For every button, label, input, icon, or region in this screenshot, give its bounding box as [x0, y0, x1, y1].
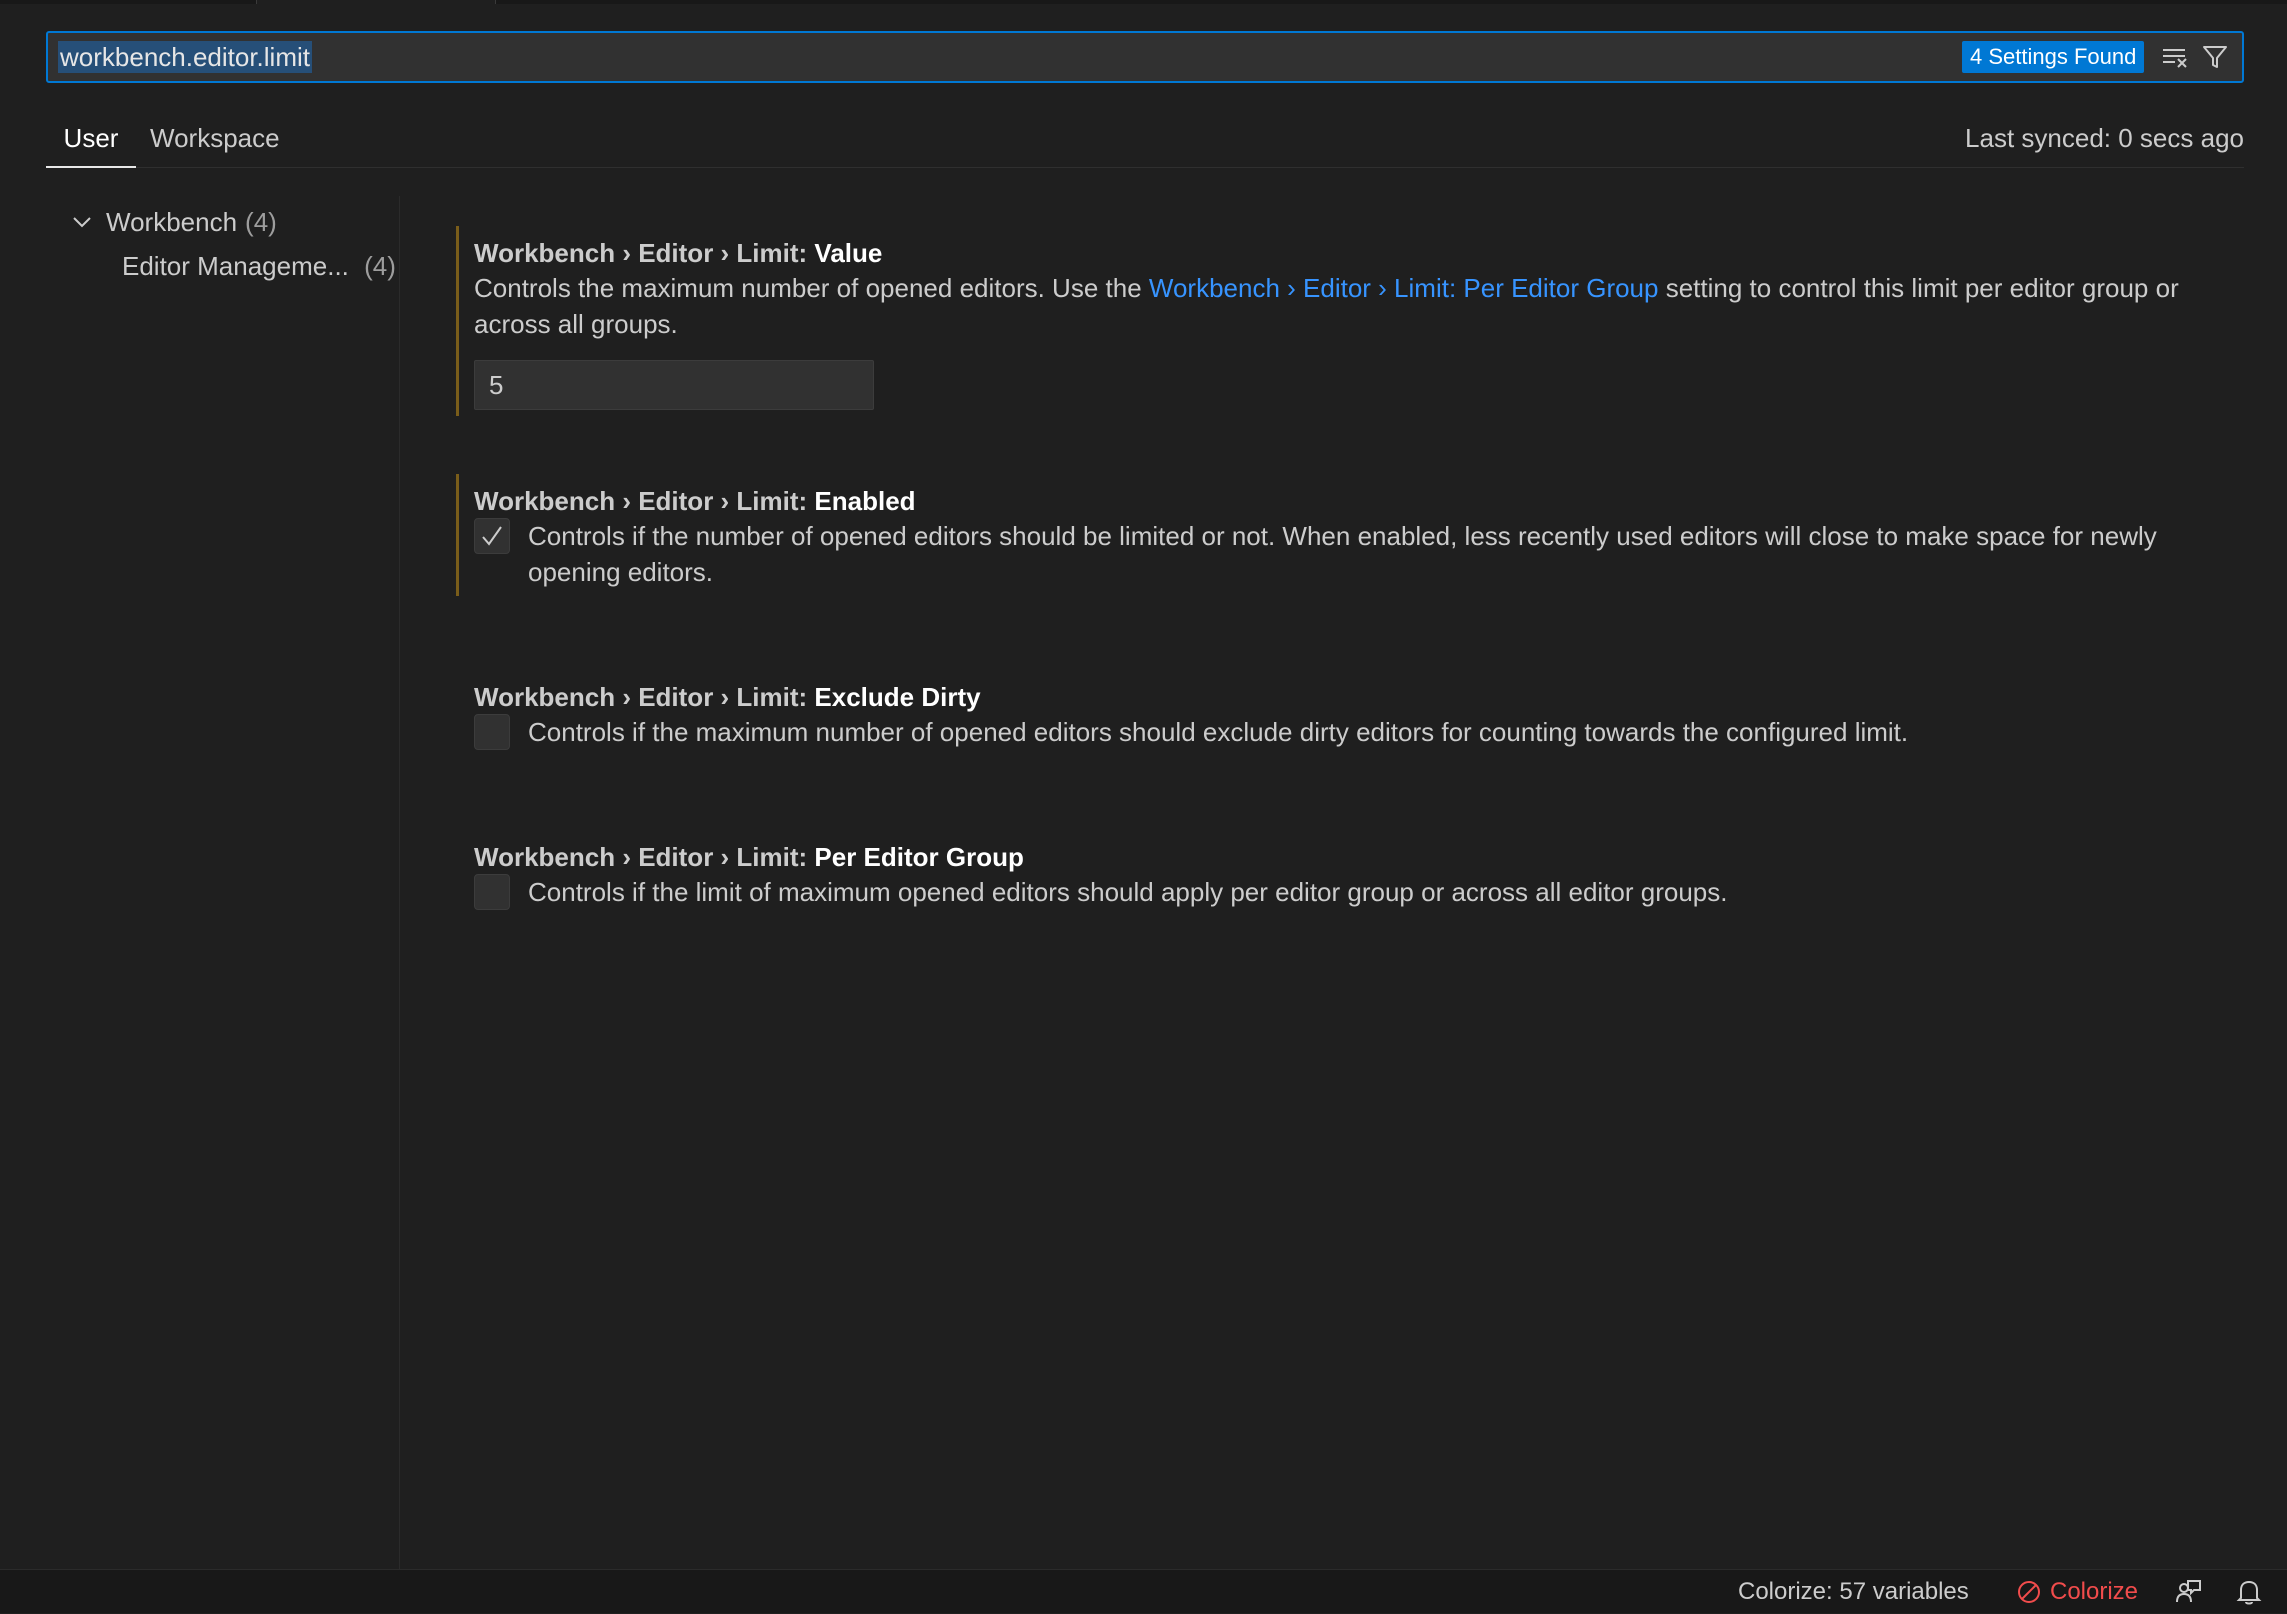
toc-item-editor-management[interactable]: Editor Manageme... (4): [122, 248, 396, 284]
prohibited-icon: [2018, 1581, 2040, 1603]
setting-category: Workbench › Editor › Limit:: [474, 486, 815, 516]
last-synced-status: Last synced: 0 secs ago: [1965, 123, 2244, 153]
setting-key: Per Editor Group: [814, 842, 1024, 872]
setting-key: Exclude Dirty: [814, 682, 981, 712]
settings-scope-tabs: User Workspace Last synced: 0 secs ago: [46, 112, 2244, 168]
toc-item-workbench[interactable]: Workbench (4): [70, 204, 277, 240]
status-bar: Colorize: 57 variables Colorize: [0, 1569, 2287, 1613]
setting-category: Workbench › Editor › Limit:: [474, 238, 815, 268]
tab-user[interactable]: User: [46, 118, 136, 168]
setting-description: Controls if the number of opened editors…: [528, 521, 2157, 587]
settings-toc: Workbench (4) Editor Manageme... (4): [46, 196, 400, 1570]
setting-description: Controls if the maximum number of opened…: [528, 717, 1909, 747]
per-editor-group-checkbox[interactable]: [474, 874, 510, 910]
exclude-dirty-checkbox[interactable]: [474, 714, 510, 750]
limit-enabled-checkbox[interactable]: [474, 518, 510, 554]
filter-icon[interactable]: [2200, 42, 2230, 72]
setting-link[interactable]: Workbench › Editor › Limit: Per Editor G…: [1149, 273, 1659, 303]
bell-icon[interactable]: [2236, 1570, 2262, 1614]
toc-item-label: Workbench: [106, 206, 238, 237]
setting-description: Controls if the limit of maximum opened …: [528, 877, 1728, 907]
clear-filter-icon[interactable]: [2160, 42, 2190, 72]
setting-category: Workbench › Editor › Limit:: [474, 842, 815, 872]
toc-item-label: Editor Manageme...: [122, 251, 349, 281]
setting-category: Workbench › Editor › Limit:: [474, 682, 815, 712]
colorize-button-label: Colorize: [2050, 1578, 2139, 1605]
setting-limit-value: Workbench › Editor › Limit: Value Contro…: [456, 226, 2246, 416]
feedback-icon[interactable]: [2174, 1570, 2202, 1614]
setting-title: Workbench › Editor › Limit: Enabled: [474, 484, 916, 518]
editor-tab-strip: [0, 0, 2287, 4]
description-text: Controls the maximum number of opened ed…: [474, 273, 1149, 303]
setting-limit-exclude-dirty: Workbench › Editor › Limit: Exclude Dirt…: [456, 670, 2246, 760]
colorize-button[interactable]: Colorize: [2016, 1570, 2138, 1614]
chevron-down-icon: [73, 217, 91, 228]
modified-indicator: [456, 474, 459, 596]
limit-value-input[interactable]: 5: [474, 360, 874, 410]
setting-title: Workbench › Editor › Limit: Exclude Dirt…: [474, 680, 981, 714]
colorize-count-status[interactable]: Colorize: 57 variables: [1738, 1570, 1969, 1614]
tab-workspace[interactable]: Workspace: [150, 118, 280, 168]
settings-search-box[interactable]: workbench.editor.limit 4 Settings Found: [46, 31, 2244, 83]
active-editor-tab[interactable]: [256, 0, 496, 4]
setting-limit-per-editor-group: Workbench › Editor › Limit: Per Editor G…: [456, 830, 2246, 920]
results-count-badge: 4 Settings Found: [1962, 41, 2145, 73]
setting-key: Value: [814, 238, 883, 268]
toc-item-count: (4): [245, 206, 277, 237]
search-input[interactable]: workbench.editor.limit: [58, 41, 312, 73]
setting-title: Workbench › Editor › Limit: Value: [474, 236, 882, 270]
setting-limit-enabled: Workbench › Editor › Limit: Enabled Cont…: [456, 474, 2246, 596]
setting-title: Workbench › Editor › Limit: Per Editor G…: [474, 840, 1024, 874]
setting-key: Enabled: [814, 486, 916, 516]
setting-description: Controls the maximum number of opened ed…: [474, 270, 2234, 342]
checkmark-icon: [482, 526, 502, 546]
toc-item-count: (4): [364, 251, 396, 281]
modified-indicator: [456, 226, 459, 416]
